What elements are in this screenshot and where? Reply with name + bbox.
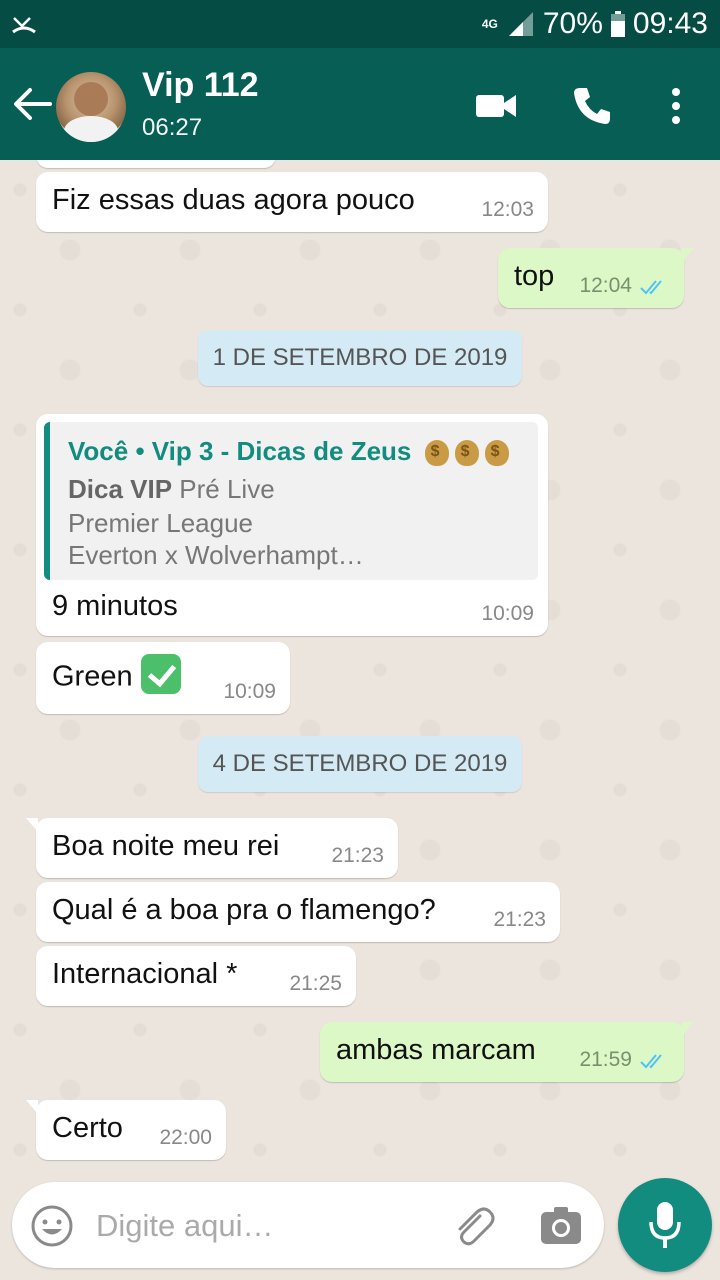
chat-header: Vip 112 06:27 <box>0 48 720 160</box>
money-bag-icon <box>484 440 509 467</box>
date-separator: 1 DE SETEMBRO DE 2019 <box>198 330 522 386</box>
message-incoming[interactable]: Certo 22:00 <box>26 1100 226 1160</box>
date-separator: 4 DE SETEMBRO DE 2019 <box>198 736 522 792</box>
bubble-tail <box>26 818 38 832</box>
more-options-icon[interactable] <box>662 84 690 128</box>
double-check-icon <box>640 1054 662 1069</box>
quoted-line-2: Premier League <box>68 508 253 538</box>
message-time: 21:25 <box>289 972 342 995</box>
status-bar: 4G 70% 09:43 <box>0 0 720 48</box>
phone-icon[interactable] <box>570 84 614 128</box>
quoted-rest: Pré Live <box>172 474 275 504</box>
message-text: Internacional * <box>52 958 238 990</box>
message-time: 10:09 <box>223 680 276 703</box>
message-text: 9 minutos <box>52 590 178 622</box>
missed-call-icon <box>12 17 36 34</box>
message-text: Fiz essas duas agora pouco <box>52 184 415 216</box>
message-incoming[interactable]: Qual é a boa pra o flamengo? 21:23 <box>36 882 560 942</box>
message-outgoing[interactable]: top 12:04 <box>498 248 694 308</box>
avatar-body <box>64 116 118 142</box>
paperclip-icon[interactable] <box>450 1202 496 1248</box>
quoted-bold: Dica VIP <box>68 474 173 504</box>
message-input[interactable] <box>94 1202 428 1250</box>
message-text: ambas marcam <box>336 1034 536 1066</box>
voice-message-button[interactable] <box>618 1178 712 1272</box>
signal-icon <box>508 12 533 36</box>
message-text: top <box>514 260 555 292</box>
message-text: Qual é a boa pra o flamengo? <box>52 894 436 926</box>
message-outgoing[interactable]: ambas marcam 21:59 <box>320 1022 694 1082</box>
contact-name[interactable]: Vip 112 <box>142 66 259 105</box>
bubble-tail <box>682 1022 694 1036</box>
battery-percent: 70% <box>542 7 603 40</box>
message-incoming[interactable]: Fiz essas duas agora pouco 12:03 <box>36 172 548 232</box>
message-bubble-partial[interactable] <box>36 160 276 168</box>
avatar[interactable] <box>56 72 126 142</box>
quoted-message[interactable]: Você • Vip 3 - Dicas de Zeus Dica VIP Pr… <box>44 422 538 580</box>
camera-icon[interactable] <box>540 1206 582 1246</box>
message-text-wrap: Green <box>52 654 181 698</box>
message-time: 10:09 <box>481 602 534 625</box>
back-arrow-icon[interactable] <box>12 86 52 122</box>
network-type: 4G <box>481 17 498 31</box>
message-text: Green <box>52 660 133 693</box>
message-time: 21:59 <box>579 1048 632 1071</box>
quoted-author: Você • Vip 3 - Dicas de Zeus <box>68 436 509 467</box>
message-text: Boa noite meu rei <box>52 830 280 862</box>
bubble-tail <box>26 1100 38 1114</box>
chat-area[interactable]: Fiz essas duas agora pouco 12:03 top 12:… <box>0 160 720 1180</box>
message-time: 12:03 <box>481 198 534 221</box>
message-incoming-reply[interactable]: Você • Vip 3 - Dicas de Zeus Dica VIP Pr… <box>36 414 548 636</box>
message-composer <box>12 1182 604 1268</box>
message-text: Certo <box>52 1112 123 1144</box>
message-time: 21:23 <box>493 908 546 931</box>
message-incoming[interactable]: Green 10:09 <box>36 642 290 714</box>
check-mark-button-icon <box>140 654 181 694</box>
message-incoming[interactable]: Boa noite meu rei 21:23 <box>26 818 398 878</box>
status-time: 09:43 <box>632 7 708 40</box>
emoji-icon[interactable] <box>30 1204 74 1248</box>
message-time: 21:23 <box>331 844 384 867</box>
bubble-tail <box>682 248 694 262</box>
message-incoming[interactable]: Internacional * 21:25 <box>36 946 356 1006</box>
money-bag-icon <box>424 440 449 467</box>
double-check-icon <box>640 280 662 295</box>
last-seen: 06:27 <box>142 114 203 141</box>
money-bag-icon <box>454 440 479 467</box>
message-time: 12:04 <box>579 274 632 297</box>
avatar-face <box>74 82 108 116</box>
video-call-icon[interactable] <box>474 84 518 128</box>
message-time: 22:00 <box>159 1126 212 1149</box>
microphone-icon <box>649 1202 681 1248</box>
quoted-title: Você • Vip 3 - Dicas de Zeus <box>68 436 412 466</box>
battery-icon <box>610 11 625 37</box>
quoted-line-1: Dica VIP Pré Live <box>68 474 275 505</box>
quoted-line-3: Everton x Wolverhampt… <box>68 540 364 570</box>
